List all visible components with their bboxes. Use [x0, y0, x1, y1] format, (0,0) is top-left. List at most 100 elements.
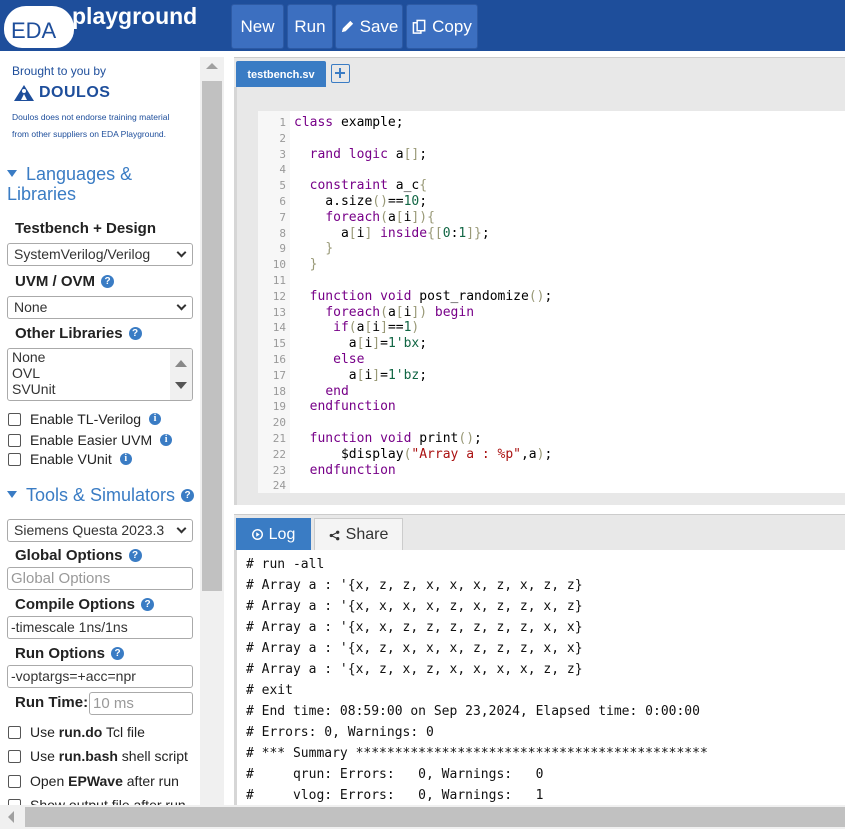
help-icon[interactable]: ? [128, 548, 142, 562]
compile-options-input[interactable]: -timescale 1ns/1ns [7, 616, 193, 639]
tab-log[interactable]: Log [236, 518, 311, 551]
log-line: # Array a : '{x, z, x, x, x, z, z, z, x,… [246, 641, 583, 656]
copy-button[interactable]: Copy [406, 4, 478, 49]
info-icon[interactable]: i [149, 413, 162, 425]
use-run-do-prefix: Use [30, 724, 59, 740]
code-line[interactable]: 24 [258, 478, 286, 493]
use-run-bash-prefix: Use [30, 748, 59, 764]
scrollbar-thumb[interactable] [202, 81, 222, 591]
listbox-option[interactable]: OVL [8, 365, 192, 381]
info-icon[interactable]: i [160, 434, 173, 446]
run-time-placeholder: 10 ms [93, 695, 134, 712]
code-line[interactable]: 8 a[i] inside{[0:1]}; [258, 226, 489, 242]
log-line: # exit [246, 683, 293, 698]
global-options-input[interactable]: Global Options [7, 567, 193, 590]
code-editor[interactable]: 1 class example; 2 3 rand logic a[]; 4 5 cons… [258, 111, 845, 493]
code-line[interactable]: 15 a[i]=1'bx; [258, 336, 427, 352]
disclaimer: Doulos does not endorse training materia… [12, 109, 197, 143]
scroll-left-icon[interactable] [8, 811, 14, 823]
scrollbar-thumb[interactable] [25, 807, 845, 827]
code-line[interactable]: 9 } [258, 241, 333, 257]
run-options-input[interactable]: -voptargs=+acc=npr [7, 665, 193, 688]
horizontal-scrollbar[interactable] [0, 805, 845, 829]
code-line[interactable]: 1 class example; [258, 115, 403, 131]
help-icon[interactable]: ? [181, 488, 195, 502]
scroll-up-icon[interactable] [175, 360, 187, 367]
compile-options-value: -timescale 1ns/1ns [11, 619, 128, 635]
new-button-label: New [240, 16, 275, 36]
open-epwave-row[interactable]: Open EPWave after run [8, 773, 179, 789]
use-run-do-checkbox[interactable] [8, 725, 21, 739]
scroll-down-icon[interactable] [175, 382, 187, 389]
uvm-ovm-select[interactable]: None [7, 296, 193, 319]
enable-vunit-checkbox[interactable] [8, 452, 21, 466]
simulator-select[interactable]: Siemens Questa 2023.3 [7, 519, 193, 542]
eda-logo[interactable]: EDA [4, 6, 74, 48]
listbox-option[interactable]: None [8, 349, 192, 365]
run-button[interactable]: Run [287, 4, 333, 49]
listbox-option[interactable]: SVUnit [8, 381, 192, 397]
code-text: else [333, 352, 365, 367]
log-output[interactable]: # run -all # Array a : '{x, z, z, x, x, x… [234, 550, 845, 805]
code-line[interactable]: 7 foreach(a[i]){ [258, 210, 435, 226]
info-icon[interactable]: i [119, 453, 132, 465]
show-output-file-row[interactable]: Show output file after run [8, 797, 186, 805]
sidebar-scrollbar[interactable] [200, 57, 224, 805]
code-line[interactable]: 12 function void post_randomize(); [258, 289, 553, 305]
save-button[interactable]: Save [335, 4, 403, 49]
help-icon[interactable]: ? [111, 646, 124, 660]
code-line[interactable]: 18 end [258, 384, 349, 400]
code-line[interactable]: 16 else [258, 352, 365, 368]
code-line[interactable]: 10 } [258, 257, 318, 273]
code-line[interactable]: 5 constraint a_c{ [258, 178, 427, 194]
chevron-down-icon [176, 247, 187, 258]
code-line[interactable]: 22 $display("Array a : %p",a); [258, 447, 553, 463]
use-run-bash-row[interactable]: Use run.bash shell script [8, 748, 188, 764]
other-libraries-listbox[interactable]: None OVL SVUnit [7, 348, 193, 401]
sidebar: Brought to you by DOULOS Doulos does not… [0, 57, 200, 805]
new-button[interactable]: New [231, 4, 284, 49]
other-libraries-label-text: Other Libraries [15, 325, 123, 342]
scroll-up-icon[interactable] [206, 63, 218, 69]
help-icon[interactable]: ? [141, 597, 154, 611]
code-line[interactable]: 6 a.size()==10; [258, 194, 427, 210]
code-line[interactable]: 13 foreach(a[i]) begin [258, 305, 474, 321]
line-number: 20 [272, 416, 286, 430]
tools-simulators-section[interactable]: Tools & Simulators? [7, 485, 195, 505]
logo-eda-text: EDA [11, 18, 57, 43]
line-number: 24 [272, 479, 286, 493]
languages-libraries-section[interactable]: Languages & Libraries [7, 164, 132, 204]
use-run-do-row[interactable]: Use run.do Tcl file [8, 724, 145, 740]
tab-share[interactable]: Share [314, 518, 403, 551]
show-output-file-label: Show output file after run [30, 797, 186, 805]
enable-easier-uvm-checkbox[interactable] [8, 433, 21, 447]
code-line[interactable]: 14 if(a[i]==1) [258, 320, 420, 336]
enable-easier-uvm-row[interactable]: Enable Easier UVM i [8, 432, 173, 448]
line-number: 19 [272, 400, 286, 414]
code-line[interactable]: 17 a[i]=1'bz; [258, 368, 427, 384]
code-line[interactable]: 3 rand logic a[]; [258, 147, 427, 163]
help-icon[interactable]: ? [101, 274, 115, 288]
help-icon[interactable]: ? [128, 326, 142, 340]
code-line[interactable]: 23 endfunction [258, 463, 396, 479]
code-line[interactable]: 19 endfunction [258, 399, 396, 415]
doulos-logo[interactable]: DOULOS [13, 84, 110, 102]
tab-testbench-sv[interactable]: testbench.sv [236, 61, 326, 88]
testbench-design-select[interactable]: SystemVerilog/Verilog [7, 243, 193, 266]
listbox-scrollbar[interactable] [170, 349, 192, 400]
use-run-do-suffix: Tcl file [102, 724, 145, 740]
code-line[interactable]: 21 function void print(); [258, 431, 482, 447]
use-run-bash-checkbox[interactable] [8, 749, 21, 763]
open-epwave-checkbox[interactable] [8, 774, 21, 788]
code-line[interactable]: 20 [258, 415, 286, 431]
testbench-design-label: Testbench + Design [15, 220, 157, 237]
open-epwave-bold: EPWave [68, 773, 123, 789]
enable-tl-verilog-row[interactable]: Enable TL-Verilog i [8, 411, 162, 427]
run-time-input[interactable]: 10 ms [89, 692, 193, 715]
enable-vunit-row[interactable]: Enable VUnit i [8, 451, 132, 467]
code-line[interactable]: 2 [258, 131, 286, 147]
code-line[interactable]: 11 [258, 273, 286, 289]
code-line[interactable]: 4 [258, 162, 286, 178]
enable-tl-verilog-checkbox[interactable] [8, 412, 21, 426]
add-file-icon[interactable] [331, 64, 350, 83]
